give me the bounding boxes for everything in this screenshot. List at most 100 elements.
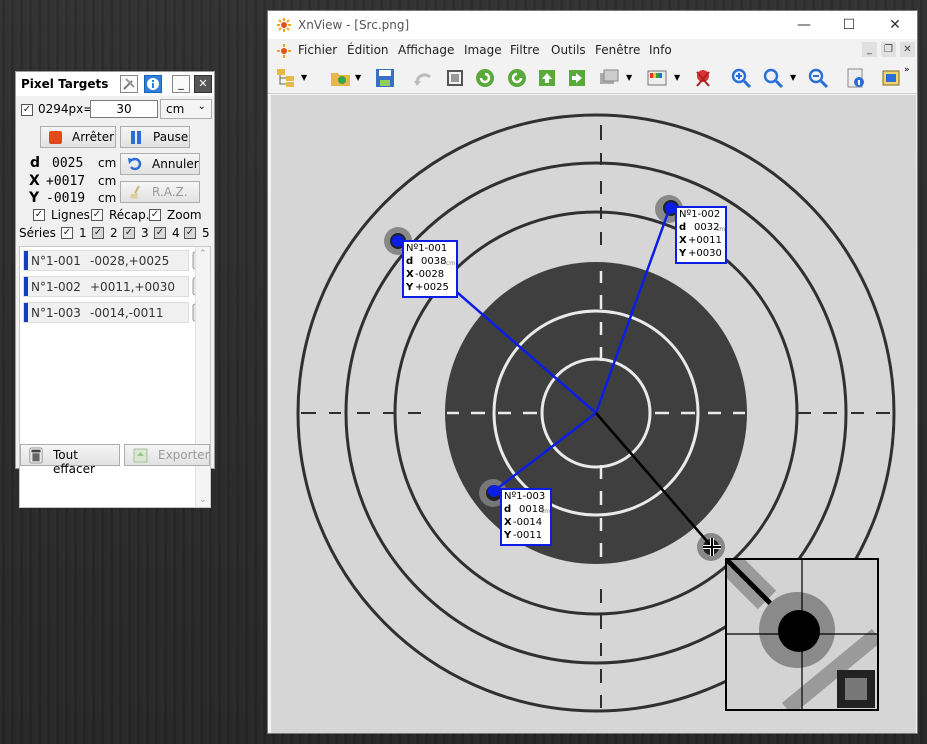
open-folder-icon[interactable]	[330, 67, 352, 89]
readout-y-value: -0019	[46, 191, 86, 206]
rotate-left-icon[interactable]	[474, 67, 496, 89]
annotation-d-label: d	[406, 256, 414, 267]
clear-all-button[interactable]: Tout effacer	[20, 444, 120, 476]
annotation-y-label: Y	[406, 282, 414, 293]
settings-icon[interactable]	[120, 75, 138, 93]
maximize-button[interactable]: ☐	[835, 16, 863, 34]
series-3-label: 3	[141, 226, 149, 240]
save-icon[interactable]	[374, 67, 396, 89]
reset-button[interactable]: R.A.Z.	[120, 181, 200, 203]
series-4-checkbox[interactable]: ✓	[154, 227, 166, 239]
previous-icon[interactable]	[536, 67, 558, 89]
pause-icon	[131, 131, 135, 144]
crop-icon[interactable]	[444, 67, 466, 89]
zoom-label: Zoom	[167, 208, 202, 222]
annotation-box-001[interactable]: Nº1-001 d 0038 X -0028 Y +0025 cm	[402, 240, 458, 298]
undo-button[interactable]: Annuler	[120, 153, 200, 175]
menu-image[interactable]: Image	[464, 43, 502, 57]
window-title: XnView - [Src.png]	[298, 18, 410, 32]
reset-button-label: R.A.Z.	[152, 185, 188, 199]
slideshow-icon[interactable]	[598, 67, 620, 89]
calibration-checkbox[interactable]: ✓	[21, 104, 33, 116]
info-icon[interactable]	[144, 75, 162, 93]
chevron-down-icon[interactable]: ▼	[301, 73, 307, 82]
series-2-checkbox[interactable]: ✓	[92, 227, 104, 239]
readout-y-unit: cm	[98, 191, 117, 205]
menu-fenetre[interactable]: Fenêtre	[595, 43, 640, 57]
browser-tree-icon[interactable]	[276, 67, 298, 89]
toolbar-overflow-icon[interactable]: »	[904, 65, 910, 75]
panel-titlebar[interactable]: Pixel Targets _ ✕	[16, 72, 214, 96]
zoom-out-icon[interactable]	[807, 67, 829, 89]
export-button[interactable]: Exporter	[124, 444, 210, 466]
stop-button-label: Arrêter	[72, 130, 115, 144]
stop-button[interactable]: Arrêter	[40, 126, 116, 148]
annotation-y-label: Y	[504, 530, 512, 541]
unit-select-value: cm	[166, 102, 185, 116]
series-3-checkbox[interactable]: ✓	[123, 227, 135, 239]
xnview-window: XnView - [Src.png] — ☐ ✕ Fichier Édition…	[267, 10, 918, 734]
next-icon[interactable]	[566, 67, 588, 89]
recap-checkbox[interactable]: ✓	[91, 209, 103, 221]
series-5-checkbox[interactable]: ✓	[184, 227, 196, 239]
mdi-minimize-button[interactable]: _	[862, 42, 877, 57]
clear-all-label: Tout effacer	[53, 448, 95, 476]
undo-button-label: Annuler	[152, 157, 199, 171]
undo-icon[interactable]	[412, 67, 434, 89]
close-button[interactable]: ✕	[194, 75, 212, 93]
zoom-1to1-icon[interactable]	[762, 67, 784, 89]
shot-label: N°1-001	[31, 254, 81, 268]
red-eye-icon[interactable]	[692, 67, 714, 89]
rotate-right-icon[interactable]	[506, 67, 528, 89]
menu-info[interactable]: Info	[649, 43, 672, 57]
menu-outils[interactable]: Outils	[551, 43, 586, 57]
menu-filtre[interactable]: Filtre	[510, 43, 539, 57]
zoom-checkbox[interactable]: ✓	[149, 209, 161, 221]
chevron-down-icon[interactable]: ▼	[355, 73, 361, 82]
list-item[interactable]: N°1-001 -0028,+0025	[23, 250, 189, 271]
chevron-down-icon[interactable]: ▼	[790, 73, 796, 82]
annotation-y-value: +0030	[688, 248, 722, 259]
mdi-restore-button[interactable]: ❐	[881, 42, 896, 57]
pause-button[interactable]: Pause	[120, 126, 190, 148]
list-item[interactable]: N°1-002 +0011,+0030	[23, 276, 189, 297]
menu-edition[interactable]: Édition	[347, 43, 389, 57]
mdi-close-button[interactable]: ✕	[900, 42, 915, 57]
image-canvas[interactable]: Nº1-001 d 0038 X -0028 Y +0025 cm Nº1-00…	[271, 95, 916, 733]
chevron-up-icon[interactable]: ⌃	[199, 249, 207, 259]
minimize-button[interactable]: _	[172, 75, 190, 93]
annotation-x-label: X	[406, 269, 414, 280]
zoom-in-icon[interactable]	[730, 67, 752, 89]
shot-coords: -0028,+0025	[90, 254, 170, 268]
close-button[interactable]: ✕	[881, 16, 909, 34]
lines-checkbox[interactable]: ✓	[33, 209, 45, 221]
properties-icon[interactable]	[845, 67, 867, 89]
trash-icon	[29, 447, 43, 464]
xnview-logo-icon[interactable]	[276, 44, 292, 58]
window-titlebar[interactable]: XnView - [Src.png] — ☐ ✕	[268, 11, 917, 39]
chevron-down-icon[interactable]: ▼	[674, 73, 680, 82]
menu-affichage[interactable]: Affichage	[398, 43, 454, 57]
shot-coords: -0014,-0011	[90, 306, 164, 320]
annotation-box-003[interactable]: Nº1-003 d 0018 X -0014 Y -0011 cm	[500, 488, 552, 546]
series-4-label: 4	[172, 226, 180, 240]
chevron-down-icon: ⌄	[197, 101, 206, 112]
stop-icon	[49, 131, 62, 144]
list-item[interactable]: N°1-003 -0014,-0011	[23, 302, 189, 323]
menu-fichier[interactable]: Fichier	[298, 43, 337, 57]
fullscreen-icon[interactable]	[880, 67, 902, 89]
series-color-bar	[24, 277, 28, 296]
lines-label: Lignes	[51, 208, 90, 222]
calibration-input[interactable]	[90, 100, 158, 118]
annotation-box-002[interactable]: Nº1-002 d 0032 X +0011 Y +0030 cm	[675, 206, 727, 264]
list-scrollbar[interactable]: ⌃ ⌄	[195, 247, 210, 507]
unit-select[interactable]: cm ⌄	[160, 99, 212, 119]
chevron-down-icon[interactable]: ▼	[626, 73, 632, 82]
pixel-targets-panel: Pixel Targets _ ✕ ✓ 0294px= cm ⌄ Arrêter…	[15, 71, 215, 508]
recap-label: Récap.	[109, 208, 150, 222]
minimize-button[interactable]: —	[790, 16, 818, 34]
readout-d-label: d	[30, 155, 41, 171]
color-adjust-icon[interactable]	[646, 67, 668, 89]
series-1-checkbox[interactable]: ✓	[61, 227, 73, 239]
chevron-down-icon[interactable]: ⌄	[199, 495, 207, 505]
